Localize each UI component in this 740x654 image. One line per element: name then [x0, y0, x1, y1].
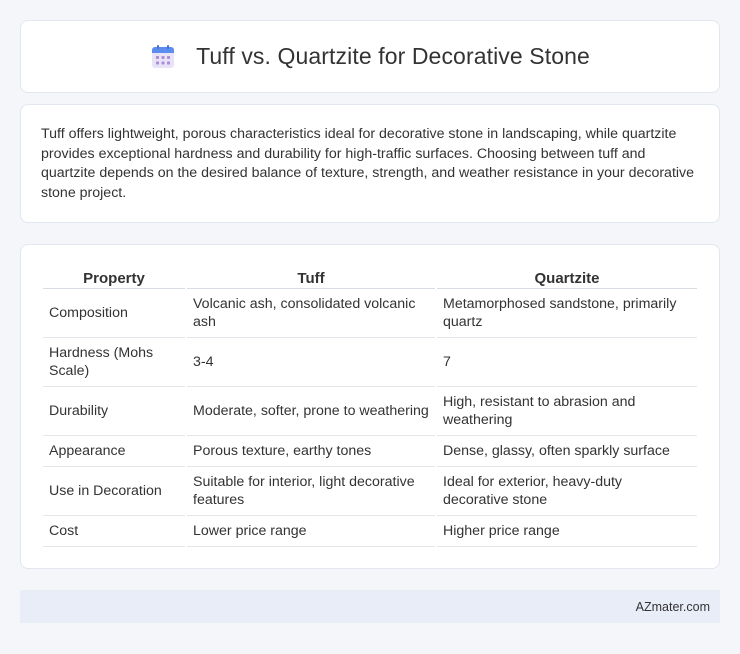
header-quartzite: Quartzite: [437, 265, 697, 289]
footer-site-label: AZmater.com: [635, 599, 710, 614]
header-tuff: Tuff: [187, 265, 435, 289]
comparison-table: Property Tuff Quartzite Composition Volc…: [41, 265, 699, 547]
comparison-card: Property Tuff Quartzite Composition Volc…: [20, 244, 720, 569]
tuff-cell: Lower price range: [187, 516, 435, 547]
property-cell: Durability: [43, 387, 185, 436]
quartzite-cell: Dense, glassy, often sparkly surface: [437, 436, 697, 467]
table-row: Cost Lower price range Higher price rang…: [43, 516, 697, 547]
table-row: Durability Moderate, softer, prone to we…: [43, 387, 697, 436]
page-title: Tuff vs. Quartzite for Decorative Stone: [196, 43, 590, 69]
quartzite-cell: 7: [437, 338, 697, 387]
title-wrap: Tuff vs. Quartzite for Decorative Stone: [150, 43, 590, 70]
quartzite-cell: Ideal for exterior, heavy-duty decorativ…: [437, 467, 697, 516]
table-header-row: Property Tuff Quartzite: [43, 265, 697, 289]
title-card: Tuff vs. Quartzite for Decorative Stone: [20, 20, 720, 93]
calendar-icon: [152, 44, 175, 68]
intro-paragraph: Tuff offers lightweight, porous characte…: [41, 126, 695, 201]
tuff-cell: Suitable for interior, light decorative …: [187, 467, 435, 516]
property-cell: Cost: [43, 516, 185, 547]
tuff-cell: Porous texture, earthy tones: [187, 436, 435, 467]
intro-card: Tuff offers lightweight, porous characte…: [20, 104, 720, 223]
table-row: Use in Decoration Suitable for interior,…: [43, 467, 697, 516]
property-cell: Composition: [43, 289, 185, 338]
property-cell: Use in Decoration: [43, 467, 185, 516]
footer-bar: AZmater.com: [20, 590, 720, 623]
table-row: Composition Volcanic ash, consolidated v…: [43, 289, 697, 338]
quartzite-cell: Metamorphosed sandstone, primarily quart…: [437, 289, 697, 338]
property-cell: Hardness (Mohs Scale): [43, 338, 185, 387]
tuff-cell: Moderate, softer, prone to weathering: [187, 387, 435, 436]
property-cell: Appearance: [43, 436, 185, 467]
quartzite-cell: High, resistant to abrasion and weatheri…: [437, 387, 697, 436]
quartzite-cell: Higher price range: [437, 516, 697, 547]
header-property: Property: [43, 265, 185, 289]
tuff-cell: 3-4: [187, 338, 435, 387]
tuff-cell: Volcanic ash, consolidated volcanic ash: [187, 289, 435, 338]
table-row: Hardness (Mohs Scale) 3-4 7: [43, 338, 697, 387]
table-row: Appearance Porous texture, earthy tones …: [43, 436, 697, 467]
